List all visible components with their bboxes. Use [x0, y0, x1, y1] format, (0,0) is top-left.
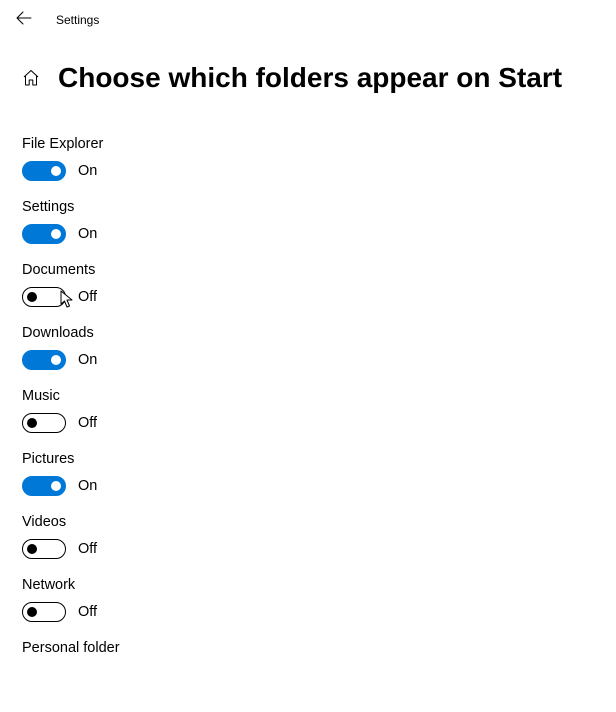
toggle-row: On [22, 161, 616, 181]
setting-item: Downloads On [22, 325, 616, 370]
toggle-knob [51, 481, 61, 491]
page-header: Choose which folders appear on Start [0, 40, 616, 94]
setting-label: Network [22, 577, 616, 593]
toggle-knob [27, 292, 37, 302]
toggle-state-text: Off [78, 541, 97, 557]
toggle-state-text: Off [78, 289, 97, 305]
toggle-row: Off [22, 287, 616, 307]
setting-label: Videos [22, 514, 616, 530]
toggle-row: On [22, 224, 616, 244]
toggle-row: Off [22, 602, 616, 622]
toggle-row: Off [22, 413, 616, 433]
toggle-state-text: Off [78, 415, 97, 431]
toggle-state-text: On [78, 352, 97, 368]
setting-item: Personal folder [22, 640, 616, 656]
page-title: Choose which folders appear on Start [58, 62, 562, 94]
toggle-state-text: On [78, 478, 97, 494]
setting-item: File Explorer On [22, 136, 616, 181]
toggle-row: Off [22, 539, 616, 559]
toggle-knob [27, 418, 37, 428]
toggle-knob [27, 607, 37, 617]
toggle-switch[interactable] [22, 476, 66, 496]
toggle-state-text: On [78, 226, 97, 242]
toggle-row: On [22, 350, 616, 370]
setting-item: Videos Off [22, 514, 616, 559]
setting-label: File Explorer [22, 136, 616, 152]
toggle-state-text: Off [78, 604, 97, 620]
toggle-knob [51, 229, 61, 239]
setting-item: Network Off [22, 577, 616, 622]
toggle-switch[interactable] [22, 287, 66, 307]
setting-label: Settings [22, 199, 616, 215]
setting-label: Documents [22, 262, 616, 278]
toggle-state-text: On [78, 163, 97, 179]
back-button[interactable] [14, 10, 34, 30]
top-bar-title: Settings [56, 13, 99, 27]
home-icon[interactable] [22, 69, 40, 87]
setting-label: Personal folder [22, 640, 616, 656]
toggle-switch[interactable] [22, 161, 66, 181]
settings-list: File Explorer On Settings On Documents Off Dow… [0, 94, 616, 656]
setting-item: Music Off [22, 388, 616, 433]
toggle-switch[interactable] [22, 602, 66, 622]
toggle-knob [27, 544, 37, 554]
toggle-switch[interactable] [22, 224, 66, 244]
setting-label: Music [22, 388, 616, 404]
toggle-knob [51, 355, 61, 365]
toggle-row: On [22, 476, 616, 496]
toggle-knob [51, 166, 61, 176]
setting-item: Settings On [22, 199, 616, 244]
toggle-switch[interactable] [22, 350, 66, 370]
toggle-switch[interactable] [22, 539, 66, 559]
setting-label: Downloads [22, 325, 616, 341]
top-bar: Settings [0, 0, 616, 40]
setting-item: Pictures On [22, 451, 616, 496]
setting-label: Pictures [22, 451, 616, 467]
setting-item: Documents Off [22, 262, 616, 307]
back-arrow-icon [16, 10, 32, 31]
toggle-switch[interactable] [22, 413, 66, 433]
